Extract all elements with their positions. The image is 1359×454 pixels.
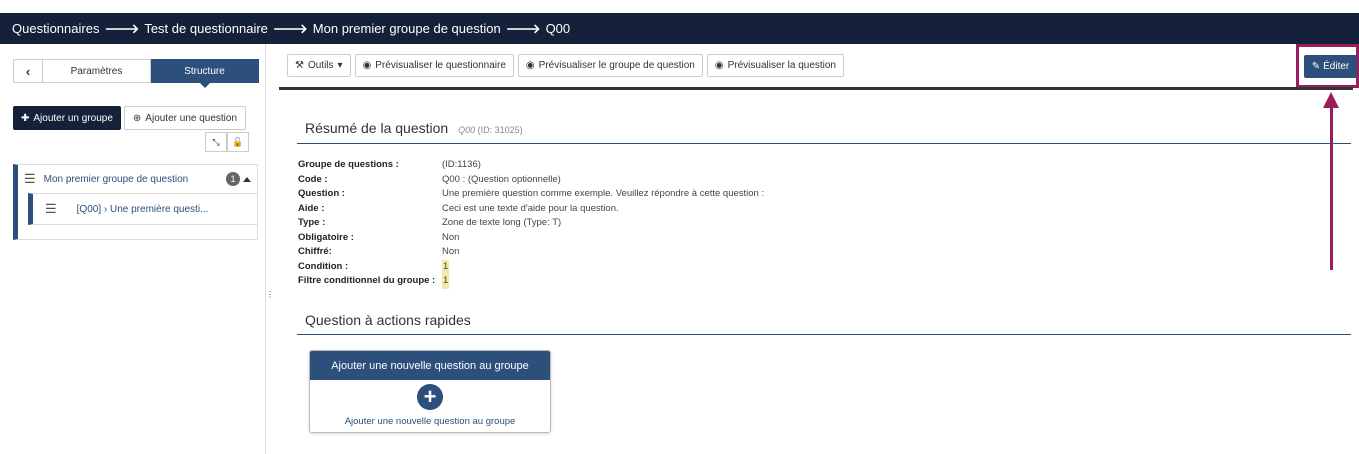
detail-value: Non — [442, 231, 460, 243]
quick-actions-divider — [297, 334, 1351, 335]
preview-survey-button[interactable]: ◉ Prévisualiser le questionnaire — [354, 54, 514, 77]
collapse-sidebar-button[interactable]: ‹ — [13, 59, 43, 83]
unlock-icon[interactable]: 🔓 — [227, 132, 249, 152]
summary-divider — [297, 143, 1351, 144]
sidebar-tabs: ‹ Paramètres Structure — [13, 59, 259, 88]
detail-row: Question : Une première question comme ex… — [298, 187, 764, 202]
tree-group-item[interactable]: ☰ Mon premier groupe de question 1 — [18, 165, 257, 193]
preview-question-label: Prévisualiser la question — [727, 60, 836, 71]
add-question-button[interactable]: ⊕ Ajouter une question — [123, 106, 247, 130]
question-label[interactable]: [Q00] › Une première questi... — [77, 204, 209, 215]
sidebar-actions: ✚ Ajouter un groupe ⊕ Ajouter une questi… — [13, 106, 247, 130]
caret-up-icon[interactable] — [243, 176, 251, 182]
caret-down-icon: ▾ — [337, 60, 343, 71]
preview-group-label: Prévisualiser le groupe de question — [538, 60, 695, 71]
detail-row: Aide : Ceci est une texte d'aide pour la … — [298, 202, 764, 217]
tree-controls: ⤡ 🔓 — [205, 132, 249, 152]
tab-parametres[interactable]: Paramètres — [43, 59, 151, 83]
drag-handle-icon[interactable]: ☰ — [24, 171, 36, 187]
eye-icon: ◉ — [525, 60, 535, 71]
detail-label: Type : — [298, 217, 326, 228]
eye-icon: ◉ — [714, 60, 724, 71]
detail-value: Q00 : (Question optionnelle) — [442, 173, 561, 185]
detail-row: Type : Zone de texte long (Type: T) — [298, 216, 764, 231]
tools-label: Outils — [307, 60, 334, 71]
resize-handle[interactable]: ⋮ — [266, 290, 274, 299]
toolbar-divider — [279, 87, 1353, 90]
question-tree: ☰ Mon premier groupe de question 1 ☰ [Q0… — [13, 164, 258, 240]
plus-circle-icon[interactable]: + — [417, 384, 443, 410]
chevron-left-icon: ‹ — [25, 63, 31, 79]
eye-icon: ◉ — [362, 60, 372, 71]
quick-actions-title-text: Question à actions rapides — [305, 312, 471, 328]
detail-label: Groupe de questions : — [298, 159, 399, 170]
tools-dropdown-button[interactable]: ⚒ Outils ▾ — [287, 54, 351, 77]
summary-id: (ID: 31025) — [477, 125, 523, 135]
tools-icon: ⚒ — [295, 60, 304, 71]
quick-actions-title: Question à actions rapides — [305, 312, 471, 328]
preview-survey-label: Prévisualiser le questionnaire — [375, 60, 506, 71]
detail-label: Chiffré: — [298, 246, 332, 257]
sidebar: ‹ Paramètres Structure ✚ Ajouter un grou… — [0, 44, 266, 454]
group-label[interactable]: Mon premier groupe de question — [44, 174, 189, 185]
detail-value: 1 — [442, 259, 450, 274]
detail-row: Filtre conditionnel du groupe : 1 — [298, 274, 764, 289]
detail-value: Zone de texte long (Type: T) — [442, 217, 562, 228]
detail-label: Aide : — [298, 202, 325, 214]
add-question-card[interactable]: Ajouter une nouvelle question au groupe … — [309, 350, 551, 433]
drag-handle-icon[interactable]: ☰ — [45, 201, 57, 217]
breadcrumb-item-survey[interactable]: Test de questionnaire — [144, 21, 268, 36]
preview-group-button[interactable]: ◉ Prévisualiser le groupe de question — [517, 54, 703, 77]
detail-label: Question : — [298, 188, 345, 199]
tree-question-item[interactable]: ☰ [Q00] › Une première questi... — [28, 193, 258, 225]
add-group-button[interactable]: ✚ Ajouter un groupe — [13, 106, 121, 130]
breadcrumb: Questionnaires 🡒 Test de questionnaire 🡒… — [0, 13, 1359, 44]
detail-row: Chiffré: Non — [298, 245, 764, 260]
detail-value: (ID:1136) — [442, 159, 481, 170]
question-details: Groupe de questions : (ID:1136) Code : Q00… — [298, 158, 764, 289]
detail-row: Groupe de questions : (ID:1136) — [298, 158, 764, 173]
pencil-icon: ✎ — [1311, 61, 1321, 72]
add-question-label: Ajouter une question — [145, 112, 238, 124]
summary-title-text: Résumé de la question — [305, 120, 449, 136]
arrow-right-icon: 🡒 — [272, 20, 308, 36]
detail-label: Filtre conditionnel du groupe : — [298, 275, 436, 286]
edit-label: Éditer — [1323, 61, 1350, 72]
detail-label: Condition : — [298, 260, 349, 272]
plus-icon: ✚ — [21, 112, 30, 124]
arrow-right-icon: 🡒 — [104, 20, 140, 36]
detail-label: Obligatoire : — [298, 231, 354, 243]
edit-button[interactable]: ✎ Éditer — [1304, 55, 1357, 78]
detail-row: Obligatoire : Non — [298, 231, 764, 246]
breadcrumb-item-questionnaires[interactable]: Questionnaires — [12, 21, 99, 36]
detail-value: 1 — [442, 274, 450, 289]
arrow-right-icon: 🡒 — [505, 20, 541, 36]
add-question-card-text[interactable]: Ajouter une nouvelle question au groupe — [310, 416, 550, 427]
breadcrumb-item-group[interactable]: Mon premier groupe de question — [313, 21, 501, 36]
preview-question-button[interactable]: ◉ Prévisualiser la question — [706, 54, 844, 77]
detail-row: Code : Q00 : (Question optionnelle) — [298, 173, 764, 188]
summary-code: Q00 — [458, 125, 476, 135]
detail-value: Non — [442, 246, 460, 257]
question-count-badge: 1 — [226, 172, 240, 186]
question-toolbar: ⚒ Outils ▾ ◉ Prévisualiser le questionna… — [287, 54, 844, 77]
detail-value: Ceci est une texte d'aide pour la questi… — [442, 202, 619, 214]
add-question-card-title: Ajouter une nouvelle question au groupe — [310, 351, 550, 380]
plus-circle-icon: ⊕ — [132, 112, 142, 124]
collapse-all-icon[interactable]: ⤡ — [205, 132, 227, 152]
breadcrumb-item-question: Q00 — [545, 21, 571, 36]
annotation-arrow — [1330, 104, 1333, 270]
detail-row: Condition : 1 — [298, 259, 764, 274]
summary-title: Résumé de la question Q00 (ID: 31025) — [305, 120, 523, 136]
detail-label: Code : — [298, 173, 328, 185]
add-group-label: Ajouter un groupe — [33, 112, 113, 124]
tab-structure[interactable]: Structure — [151, 59, 259, 88]
detail-value: Une première question comme exemple. Veu… — [442, 188, 765, 199]
